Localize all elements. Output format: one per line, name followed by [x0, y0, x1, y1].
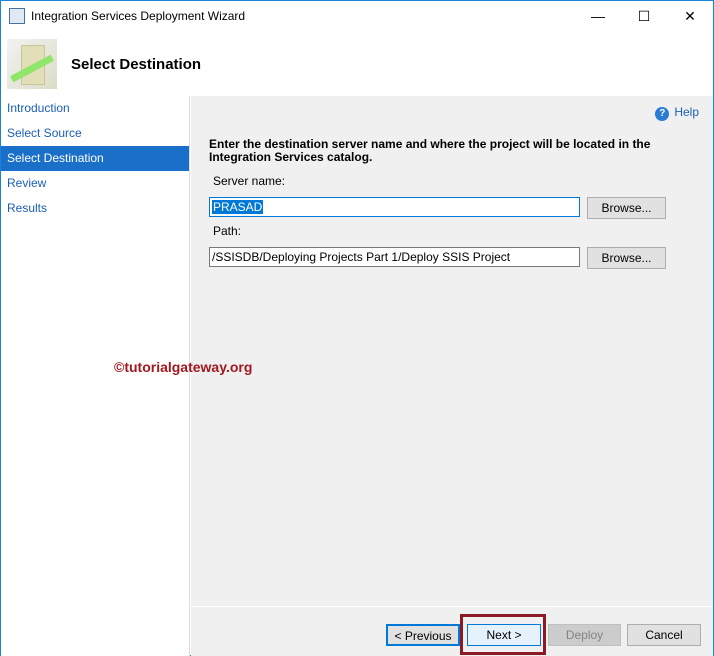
sidebar-item-introduction[interactable]: Introduction: [1, 96, 189, 121]
server-name-label: Server name:: [213, 174, 286, 188]
cancel-button[interactable]: Cancel: [627, 624, 701, 646]
sidebar-item-review[interactable]: Review: [1, 171, 189, 196]
server-name-value: PRASAD: [212, 200, 264, 214]
wizard-window: Integration Services Deployment Wizard —…: [0, 0, 714, 656]
close-button[interactable]: ✕: [667, 1, 713, 31]
title-bar: Integration Services Deployment Wizard —…: [1, 1, 713, 31]
maximize-button[interactable]: ☐: [621, 1, 667, 31]
instruction-text: Enter the destination server name and wh…: [209, 137, 651, 164]
sidebar-item-results[interactable]: Results: [1, 196, 189, 221]
footer-divider: [191, 606, 713, 607]
deploy-button: Deploy: [548, 624, 621, 646]
watermark: ©tutorialgateway.org: [114, 359, 253, 375]
path-input[interactable]: /SSISDB/Deploying Projects Part 1/Deploy…: [209, 247, 580, 267]
window-title: Integration Services Deployment Wizard: [31, 9, 246, 23]
help-icon: ?: [655, 107, 670, 121]
help-link[interactable]: ? Help: [655, 105, 699, 121]
minimize-button[interactable]: —: [575, 1, 621, 31]
page-title: Select Destination: [71, 56, 202, 73]
wizard-banner-icon: [7, 39, 57, 89]
app-icon: [9, 8, 25, 24]
sidebar-item-select-destination[interactable]: Select Destination: [1, 146, 189, 171]
main-panel: ? Help Enter the destination server name …: [191, 96, 713, 656]
sidebar-item-select-source[interactable]: Select Source: [1, 121, 189, 146]
help-label: Help: [674, 105, 699, 119]
sidebar: Introduction Select Source Select Destin…: [1, 96, 190, 656]
wizard-header: Select Destination: [1, 31, 713, 96]
browse-server-button[interactable]: Browse...: [587, 197, 666, 219]
next-button[interactable]: Next >: [467, 624, 541, 646]
path-label: Path:: [213, 224, 242, 238]
server-name-input[interactable]: PRASAD: [209, 197, 580, 217]
previous-button[interactable]: < Previous: [386, 624, 460, 646]
browse-path-button[interactable]: Browse...: [587, 247, 666, 269]
